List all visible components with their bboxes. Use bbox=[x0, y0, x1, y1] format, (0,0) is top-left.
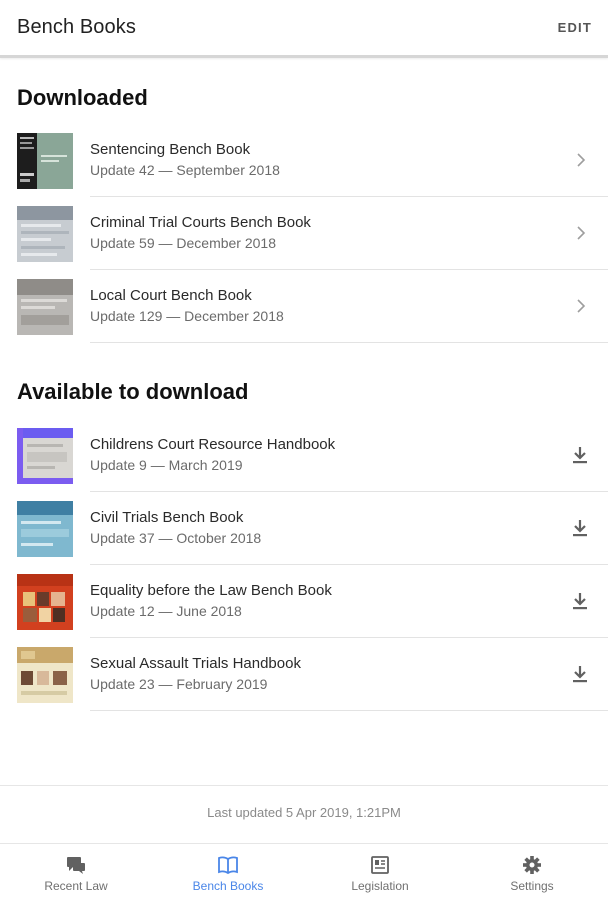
document-icon bbox=[371, 856, 389, 874]
section-title-available: Available to download bbox=[17, 379, 249, 404]
chevron-right-icon bbox=[577, 153, 586, 167]
gear-icon bbox=[523, 856, 541, 874]
list-item[interactable]: Childrens Court Resource Handbook Update… bbox=[0, 419, 608, 492]
book-update: Update 129 — December 2018 bbox=[90, 308, 284, 324]
book-update: Update 42 — September 2018 bbox=[90, 162, 280, 178]
list-item[interactable]: Civil Trials Bench Book Update 37 — Octo… bbox=[0, 492, 608, 565]
nav-label: Bench Books bbox=[192, 879, 264, 893]
downloaded-list: Sentencing Bench Book Update 42 — Septem… bbox=[0, 124, 608, 343]
book-update: Update 59 — December 2018 bbox=[90, 235, 276, 251]
book-cover-thumbnail bbox=[17, 133, 73, 189]
download-icon[interactable] bbox=[571, 445, 589, 465]
chevron-right-icon bbox=[577, 299, 586, 313]
nav-item-recent-law[interactable]: Recent Law bbox=[0, 844, 152, 900]
nav-label: Legislation bbox=[351, 879, 409, 893]
book-cover-thumbnail bbox=[17, 647, 73, 703]
list-item[interactable]: Criminal Trial Courts Bench Book Update … bbox=[0, 197, 608, 270]
book-title: Sentencing Bench Book bbox=[90, 141, 251, 158]
book-cover-thumbnail bbox=[17, 501, 73, 557]
book-title: Equality before the Law Bench Book bbox=[90, 582, 332, 599]
download-icon[interactable] bbox=[571, 591, 589, 611]
book-title: Childrens Court Resource Handbook bbox=[90, 436, 336, 453]
chevron-right-icon bbox=[577, 226, 586, 240]
divider bbox=[90, 710, 608, 711]
edit-button[interactable]: EDIT bbox=[558, 20, 592, 35]
book-update: Update 9 — March 2019 bbox=[90, 457, 243, 473]
app-bar: Bench Books EDIT bbox=[0, 0, 608, 58]
list-item[interactable]: Local Court Bench Book Update 129 — Dece… bbox=[0, 270, 608, 343]
nav-label: Settings bbox=[510, 879, 554, 893]
book-update: Update 37 — October 2018 bbox=[90, 530, 262, 546]
list-item[interactable]: Equality before the Law Bench Book Updat… bbox=[0, 565, 608, 638]
bottom-nav: Recent Law Bench Books Legislation Setti… bbox=[0, 843, 608, 900]
footer-divider bbox=[0, 785, 608, 786]
nav-item-bench-books[interactable]: Bench Books bbox=[152, 844, 304, 900]
last-updated-text: Last updated 5 Apr 2019, 1:21PM bbox=[207, 805, 401, 820]
page-title: Bench Books bbox=[17, 16, 136, 38]
book-cover-thumbnail bbox=[17, 428, 73, 484]
book-update: Update 23 — February 2019 bbox=[90, 676, 268, 692]
book-title: Local Court Bench Book bbox=[90, 287, 252, 304]
nav-item-settings[interactable]: Settings bbox=[456, 844, 608, 900]
download-icon[interactable] bbox=[571, 664, 589, 684]
download-icon[interactable] bbox=[571, 518, 589, 538]
section-title-downloaded: Downloaded bbox=[17, 85, 148, 110]
list-item[interactable]: Sexual Assault Trials Handbook Update 23… bbox=[0, 638, 608, 711]
book-title: Sexual Assault Trials Handbook bbox=[90, 655, 301, 672]
book-title: Civil Trials Bench Book bbox=[90, 509, 244, 526]
book-cover-thumbnail bbox=[17, 574, 73, 630]
chat-bubbles-icon bbox=[67, 857, 85, 874]
list-item[interactable]: Sentencing Bench Book Update 42 — Septem… bbox=[0, 124, 608, 197]
nav-label: Recent Law bbox=[44, 879, 108, 893]
book-cover-thumbnail bbox=[17, 206, 73, 262]
book-title: Criminal Trial Courts Bench Book bbox=[90, 214, 311, 231]
book-update: Update 12 — June 2018 bbox=[90, 603, 242, 619]
nav-item-legislation[interactable]: Legislation bbox=[304, 844, 456, 900]
available-list: Childrens Court Resource Handbook Update… bbox=[0, 419, 608, 711]
divider bbox=[90, 342, 608, 343]
open-book-icon bbox=[218, 856, 238, 875]
book-cover-thumbnail bbox=[17, 279, 73, 335]
